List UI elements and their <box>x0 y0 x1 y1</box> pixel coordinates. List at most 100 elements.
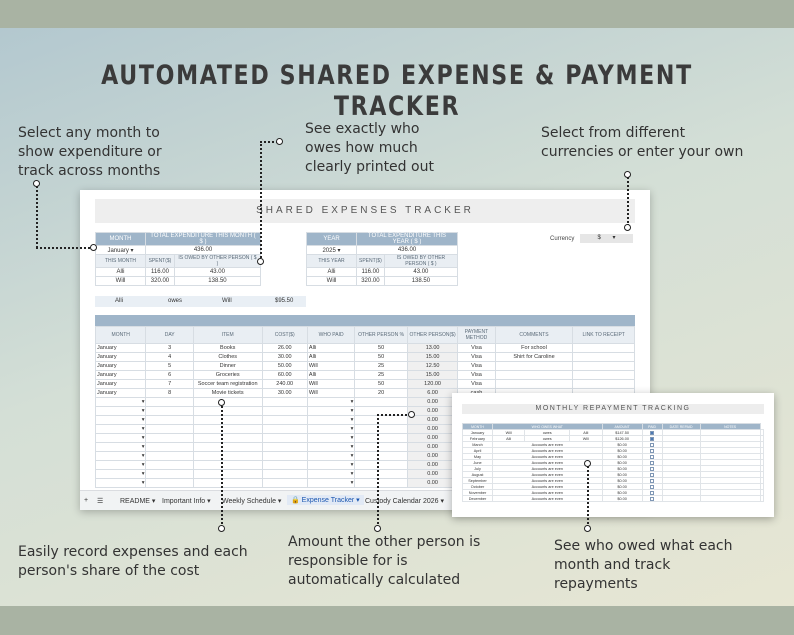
table-cell[interactable] <box>572 343 635 353</box>
table-cell[interactable]: Visa <box>457 343 496 353</box>
table-cell[interactable]: Groceries <box>192 370 263 380</box>
table-cell[interactable]: Visa <box>457 361 496 371</box>
table-cell[interactable] <box>354 469 408 479</box>
table-cell[interactable] <box>261 433 308 443</box>
table-cell[interactable]: 0.00 <box>406 415 459 425</box>
table-cell[interactable]: ▾ <box>94 478 147 488</box>
table-cell[interactable] <box>145 478 194 488</box>
table-cell[interactable]: 6.00 <box>406 388 459 398</box>
table-cell[interactable]: ▾ <box>306 478 356 488</box>
table-cell[interactable]: ▾ <box>94 451 147 461</box>
table-cell[interactable]: 120.00 <box>406 379 459 389</box>
table-cell[interactable]: ▾ <box>94 469 147 479</box>
table-cell[interactable]: ▾ <box>94 397 147 407</box>
table-cell[interactable]: 50 <box>354 379 408 389</box>
table-cell[interactable]: 26.00 <box>261 343 308 353</box>
table-cell[interactable]: 50.00 <box>261 361 308 371</box>
table-cell[interactable] <box>192 406 263 416</box>
table-cell[interactable] <box>261 415 308 425</box>
table-cell[interactable]: January <box>94 379 147 389</box>
table-cell[interactable] <box>261 469 308 479</box>
table-cell[interactable]: 13.00 <box>406 343 459 353</box>
tab-readme[interactable]: README ▾ <box>120 497 155 505</box>
table-cell[interactable] <box>261 442 308 452</box>
table-cell[interactable]: January <box>94 388 147 398</box>
paid-checkbox[interactable] <box>650 448 655 453</box>
paid-checkbox[interactable] <box>650 496 655 501</box>
table-cell[interactable]: January <box>94 352 147 362</box>
table-cell[interactable]: Books <box>192 343 263 353</box>
table-cell[interactable]: 50 <box>354 352 408 362</box>
paid-checkbox[interactable] <box>650 466 655 471</box>
paid-checkbox[interactable] <box>650 490 655 495</box>
table-cell[interactable] <box>145 469 194 479</box>
table-cell[interactable] <box>354 451 408 461</box>
table-cell[interactable]: January <box>94 343 147 353</box>
tab-weekly-schedule[interactable]: Weekly Schedule ▾ <box>222 497 281 505</box>
table-cell[interactable] <box>354 460 408 470</box>
paid-checkbox[interactable] <box>650 442 655 447</box>
table-cell[interactable]: Will <box>306 388 356 398</box>
table-cell[interactable]: 0.00 <box>406 397 459 407</box>
table-cell[interactable]: 5 <box>145 361 194 371</box>
table-cell[interactable] <box>354 478 408 488</box>
table-cell[interactable]: Clothes <box>192 352 263 362</box>
table-cell[interactable]: ▾ <box>94 415 147 425</box>
table-cell[interactable]: ▾ <box>94 460 147 470</box>
table-cell[interactable]: 0.00 <box>406 451 459 461</box>
table-cell[interactable]: 0.00 <box>406 442 459 452</box>
add-sheet-icon[interactable]: + <box>84 497 88 504</box>
table-cell[interactable] <box>145 397 194 407</box>
table-cell[interactable] <box>354 442 408 452</box>
table-cell[interactable] <box>192 415 263 425</box>
paid-checkbox[interactable] <box>650 430 655 435</box>
table-cell[interactable] <box>192 451 263 461</box>
table-cell[interactable] <box>261 406 308 416</box>
table-cell[interactable]: 6 <box>145 370 194 380</box>
table-cell[interactable]: Will <box>306 379 356 389</box>
table-cell[interactable]: 0.00 <box>406 469 459 479</box>
month-select[interactable]: January ▾ <box>95 245 146 255</box>
table-cell[interactable] <box>572 379 635 389</box>
table-cell[interactable] <box>192 460 263 470</box>
table-cell[interactable]: 8 <box>145 388 194 398</box>
table-cell[interactable] <box>494 379 574 389</box>
tab-expense-tracker[interactable]: 🔒 Expense Tracker ▾ <box>287 495 364 505</box>
table-cell[interactable]: ▾ <box>94 433 147 443</box>
table-cell[interactable] <box>261 451 308 461</box>
table-cell[interactable] <box>145 406 194 416</box>
table-cell[interactable]: 240.00 <box>261 379 308 389</box>
table-cell[interactable]: Soccer team registration <box>192 379 263 389</box>
table-cell[interactable]: 25 <box>354 370 408 380</box>
paid-checkbox[interactable] <box>650 454 655 459</box>
table-cell[interactable] <box>261 397 308 407</box>
table-cell[interactable]: 30.00 <box>261 388 308 398</box>
table-cell[interactable]: 3 <box>145 343 194 353</box>
table-cell[interactable]: ▾ <box>306 433 356 443</box>
paid-checkbox[interactable] <box>650 478 655 483</box>
table-cell[interactable]: ▾ <box>306 442 356 452</box>
table-cell[interactable] <box>145 424 194 434</box>
table-cell[interactable]: ▾ <box>94 406 147 416</box>
table-cell[interactable]: 50 <box>354 343 408 353</box>
table-cell[interactable]: 12.50 <box>406 361 459 371</box>
currency-select[interactable]: $ ▾ <box>580 234 633 243</box>
table-cell[interactable]: Visa <box>457 370 496 380</box>
table-cell[interactable] <box>261 478 308 488</box>
table-cell[interactable]: ▾ <box>306 397 356 407</box>
table-cell[interactable]: 0.00 <box>406 424 459 434</box>
table-cell[interactable]: January <box>94 361 147 371</box>
table-cell[interactable]: 30.00 <box>261 352 308 362</box>
table-cell[interactable]: ▾ <box>306 469 356 479</box>
table-cell[interactable]: Alli <box>306 352 356 362</box>
table-cell[interactable] <box>192 478 263 488</box>
table-cell[interactable]: 60.00 <box>261 370 308 380</box>
table-cell[interactable]: Visa <box>457 379 496 389</box>
table-cell[interactable]: ▾ <box>94 424 147 434</box>
table-cell[interactable] <box>354 433 408 443</box>
table-cell[interactable] <box>145 460 194 470</box>
table-cell[interactable] <box>261 460 308 470</box>
table-cell[interactable] <box>192 397 263 407</box>
table-cell[interactable] <box>145 442 194 452</box>
table-cell[interactable]: 4 <box>145 352 194 362</box>
